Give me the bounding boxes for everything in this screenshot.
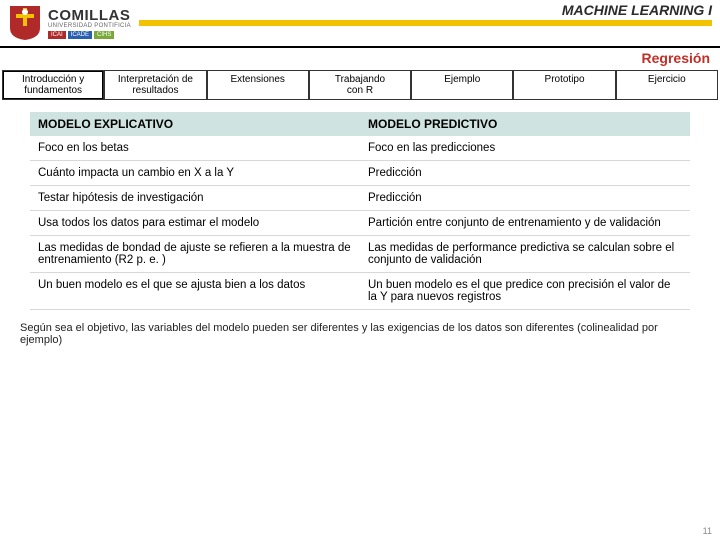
tab-label: Introducción y [7,74,99,85]
page-number: 11 [703,526,712,536]
tab-label: fundamentos [7,85,99,96]
section-title: Regresión [0,48,720,70]
cell: Partición entre conjunto de entrenamient… [360,211,690,236]
unit-icade: ICADE [68,31,92,39]
brand-units: ICAI ICADE CIHS [48,31,131,39]
brand-sub: UNIVERSIDAD PONTIFICIA [48,23,131,29]
col-header-predictivo: MODELO PREDICTIVO [360,112,690,136]
cell: Testar hipótesis de investigación [30,186,360,211]
cell: Las medidas de bondad de ajuste se refie… [30,236,360,273]
comparison-table: MODELO EXPLICATIVO MODELO PREDICTIVO Foc… [30,112,690,310]
cell: Cuánto impacta un cambio en X a la Y [30,161,360,186]
tab-label: Prototipo [518,74,610,85]
tab-label: Ejercicio [621,74,713,85]
cell: Foco en los betas [30,136,360,161]
tab-label: Extensiones [212,74,304,85]
accent-bar [139,20,712,26]
tab-interpretacion[interactable]: Interpretación de resultados [104,70,206,100]
table-row: Foco en los betas Foco en las prediccion… [30,136,690,161]
title-area: MACHINE LEARNING I [139,0,720,26]
brand-name: COMILLAS [48,8,131,23]
table-row: Un buen modelo es el que se ajusta bien … [30,273,690,310]
tabs: Introducción y fundamentos Interpretació… [0,70,720,106]
cell: Un buen modelo es el que se ajusta bien … [30,273,360,310]
wordmark: COMILLAS UNIVERSIDAD PONTIFICIA ICAI ICA… [48,8,131,39]
cell: Las medidas de performance predictiva se… [360,236,690,273]
cell: Usa todos los datos para estimar el mode… [30,211,360,236]
tab-label: Interpretación de [109,74,201,85]
tab-ejercicio[interactable]: Ejercicio [616,70,718,100]
unit-icai: ICAI [48,31,66,39]
cell: Foco en las predicciones [360,136,690,161]
tab-ejemplo[interactable]: Ejemplo [411,70,513,100]
logo-block: COMILLAS UNIVERSIDAD PONTIFICIA ICAI ICA… [0,0,139,42]
tab-label: Ejemplo [416,74,508,85]
tab-extensiones[interactable]: Extensiones [207,70,309,100]
unit-cihs: CIHS [94,31,114,39]
crest-icon [8,4,42,42]
cell: Un buen modelo es el que predice con pre… [360,273,690,310]
tab-trabajando-r[interactable]: Trabajando con R [309,70,411,100]
cell: Predicción [360,161,690,186]
table-header-row: MODELO EXPLICATIVO MODELO PREDICTIVO [30,112,690,136]
tab-label: Trabajando [314,74,406,85]
tab-label: resultados [109,85,201,96]
tab-label: con R [314,85,406,96]
table-row: Testar hipótesis de investigación Predic… [30,186,690,211]
tab-introduccion[interactable]: Introducción y fundamentos [2,70,104,100]
col-header-explicativo: MODELO EXPLICATIVO [30,112,360,136]
footnote: Según sea el objetivo, las variables del… [0,316,720,346]
course-title: MACHINE LEARNING I [562,0,712,18]
table-row: Las medidas de bondad de ajuste se refie… [30,236,690,273]
table-row: Cuánto impacta un cambio en X a la Y Pre… [30,161,690,186]
tab-prototipo[interactable]: Prototipo [513,70,615,100]
cell: Predicción [360,186,690,211]
table-row: Usa todos los datos para estimar el mode… [30,211,690,236]
header: COMILLAS UNIVERSIDAD PONTIFICIA ICAI ICA… [0,0,720,48]
